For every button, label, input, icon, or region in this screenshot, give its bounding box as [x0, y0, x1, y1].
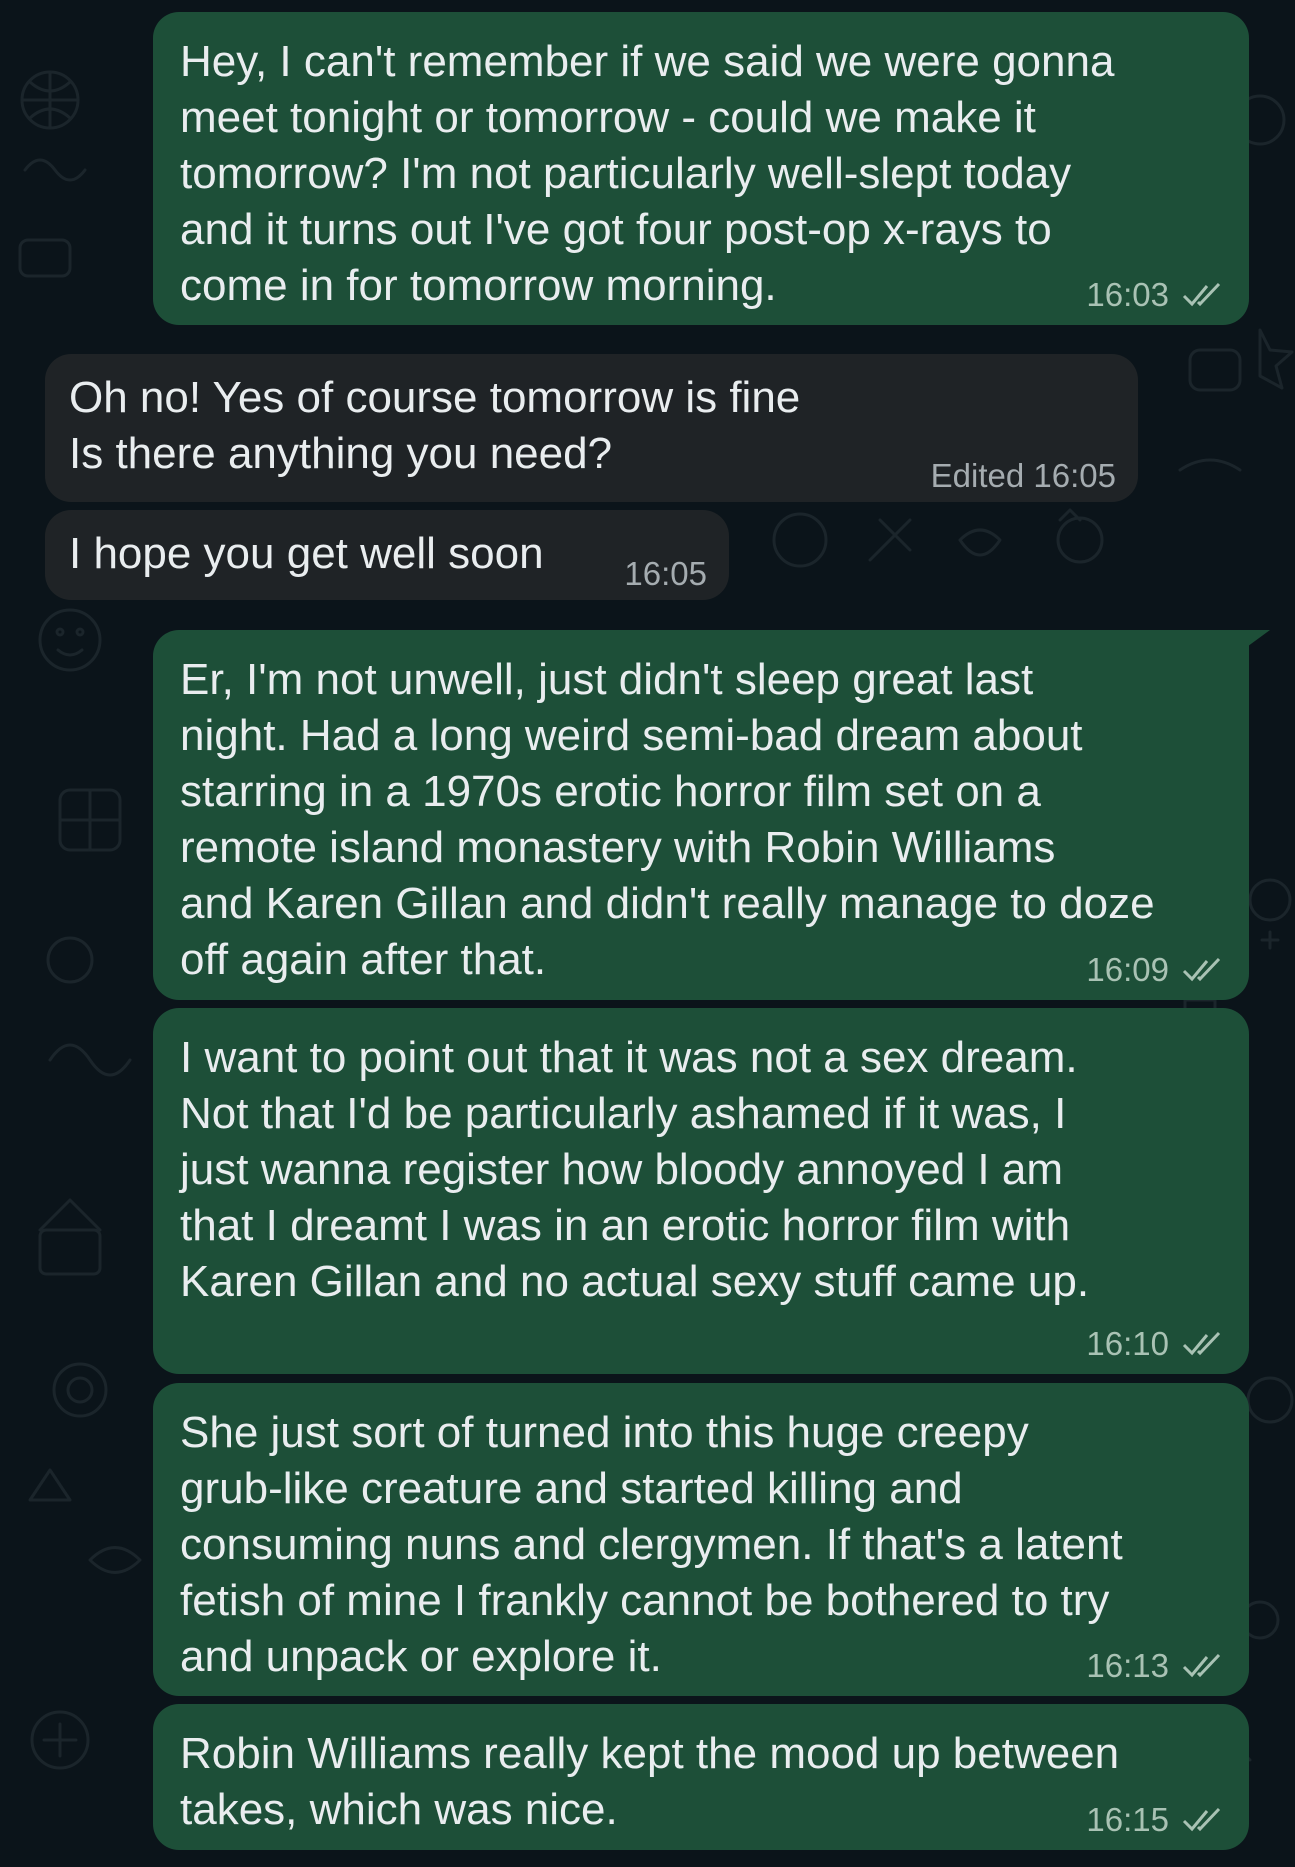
message-meta: 16:10	[1086, 1326, 1227, 1362]
message-text: Hey, I can't remember if we said we were…	[180, 37, 1115, 310]
double-check-icon	[1182, 282, 1221, 307]
message-bubble-outgoing[interactable]: Robin Williams really kept the mood up b…	[153, 1704, 1249, 1850]
message-time: 16:10	[1086, 1325, 1169, 1362]
message-bubble-outgoing[interactable]: She just sort of turned into this huge c…	[153, 1383, 1249, 1696]
message-text: Er, I'm not unwell, just didn't sleep gr…	[180, 655, 1155, 984]
message-meta: 16:13	[1086, 1648, 1227, 1684]
double-check-icon	[1182, 1331, 1221, 1356]
message-time: Edited 16:05	[930, 457, 1116, 494]
message-time: 16:15	[1086, 1801, 1169, 1838]
message-meta: 16:03	[1086, 277, 1227, 313]
message-time: 16:03	[1086, 276, 1169, 313]
message-meta: 16:09	[1086, 952, 1227, 988]
double-check-icon	[1182, 957, 1221, 982]
message-bubble-outgoing[interactable]: I want to point out that it was not a se…	[153, 1008, 1249, 1374]
message-bubble-incoming[interactable]: I hope you get well soon 16:05	[45, 510, 729, 600]
message-text: I hope you get well soon	[69, 529, 544, 578]
double-check-icon	[1182, 1653, 1221, 1678]
message-text: I want to point out that it was not a se…	[180, 1033, 1090, 1306]
message-text: Robin Williams really kept the mood up b…	[180, 1729, 1120, 1834]
conversation: Hey, I can't remember if we said we were…	[0, 0, 1295, 1867]
message-meta: 16:15	[1086, 1802, 1227, 1838]
message-bubble-outgoing[interactable]: Hey, I can't remember if we said we were…	[153, 12, 1249, 325]
message-bubble-outgoing[interactable]: Er, I'm not unwell, just didn't sleep gr…	[153, 630, 1249, 1000]
message-time: 16:13	[1086, 1647, 1169, 1684]
message-meta: 16:05	[624, 556, 707, 592]
message-time: 16:05	[624, 555, 707, 592]
message-time: 16:09	[1086, 951, 1169, 988]
double-check-icon	[1182, 1807, 1221, 1832]
message-text: She just sort of turned into this huge c…	[180, 1408, 1123, 1681]
message-meta: Edited 16:05	[931, 458, 1116, 494]
message-bubble-incoming[interactable]: Oh no! Yes of course tomorrow is fine Is…	[45, 354, 1138, 502]
